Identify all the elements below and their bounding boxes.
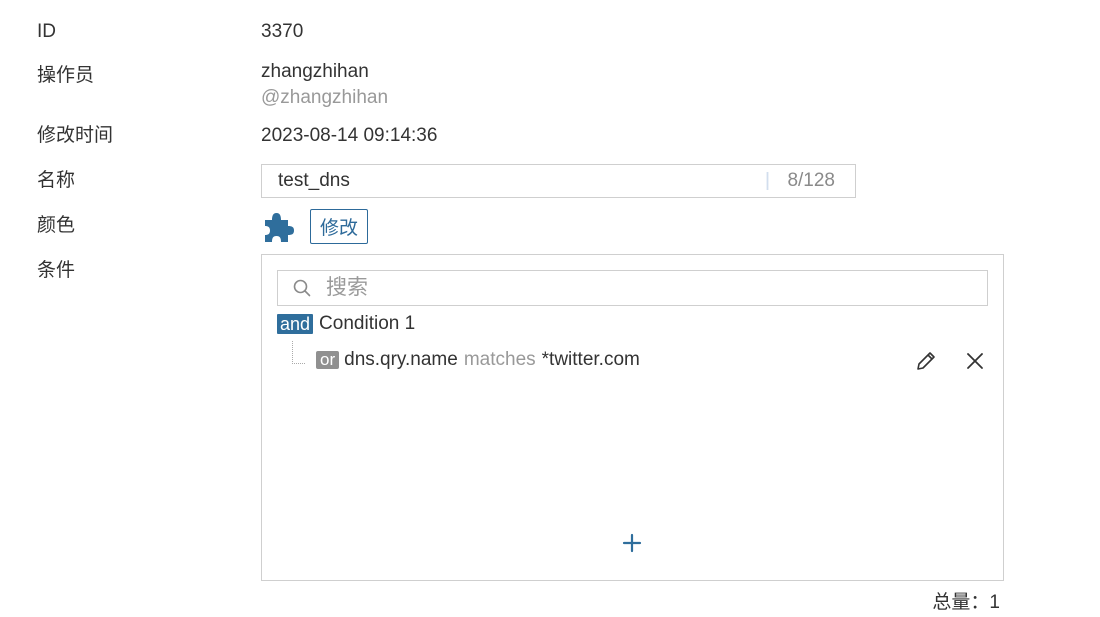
color-row: 修改 — [261, 209, 369, 244]
condition-rule-node[interactable]: or dns.qry.name matches *twitter.com — [316, 349, 640, 371]
name-input[interactable]: test_dns 8/128 — [261, 164, 856, 198]
add-condition-button[interactable] — [620, 531, 644, 555]
name-char-counter: 8/128 — [787, 170, 835, 191]
id-label: ID — [37, 21, 56, 42]
close-icon[interactable] — [964, 350, 986, 372]
total-count: 总量：1 — [932, 592, 1000, 613]
color-label: 颜色 — [37, 215, 76, 236]
text-cursor — [766, 172, 770, 190]
and-tag: and — [277, 314, 314, 334]
puzzle-icon — [265, 212, 294, 242]
operator-handle: @zhangzhihan — [261, 87, 389, 108]
tree-connector — [292, 341, 305, 364]
rule-detail-page: ID 3370 操作员 zhangzhihan @zhangzhihan 修改时… — [0, 0, 1100, 617]
condition-label: 条件 — [37, 260, 76, 281]
operator-label: 操作员 — [37, 65, 95, 86]
condition-search[interactable] — [277, 270, 988, 306]
rule-operator: matches — [463, 349, 536, 370]
search-input[interactable] — [324, 275, 968, 301]
condition-group-label: Condition 1 — [319, 313, 416, 334]
pencil-icon[interactable] — [914, 349, 938, 373]
modified-value: 2023-08-14 09:14:36 — [261, 125, 438, 146]
name-input-value: test_dns — [278, 170, 350, 191]
condition-group-node[interactable]: and Condition 1 — [277, 313, 415, 335]
operator-name: zhangzhihan — [261, 61, 369, 82]
rule-value: *twitter.com — [541, 349, 640, 370]
id-value: 3370 — [261, 21, 304, 42]
search-icon — [293, 279, 311, 297]
modify-color-button[interactable]: 修改 — [310, 209, 369, 244]
condition-panel: and Condition 1 or dns.qry.name matches … — [261, 254, 1004, 581]
rule-field: dns.qry.name — [344, 349, 458, 370]
or-tag: or — [316, 351, 340, 369]
name-label: 名称 — [37, 170, 76, 191]
modified-label: 修改时间 — [37, 125, 114, 146]
